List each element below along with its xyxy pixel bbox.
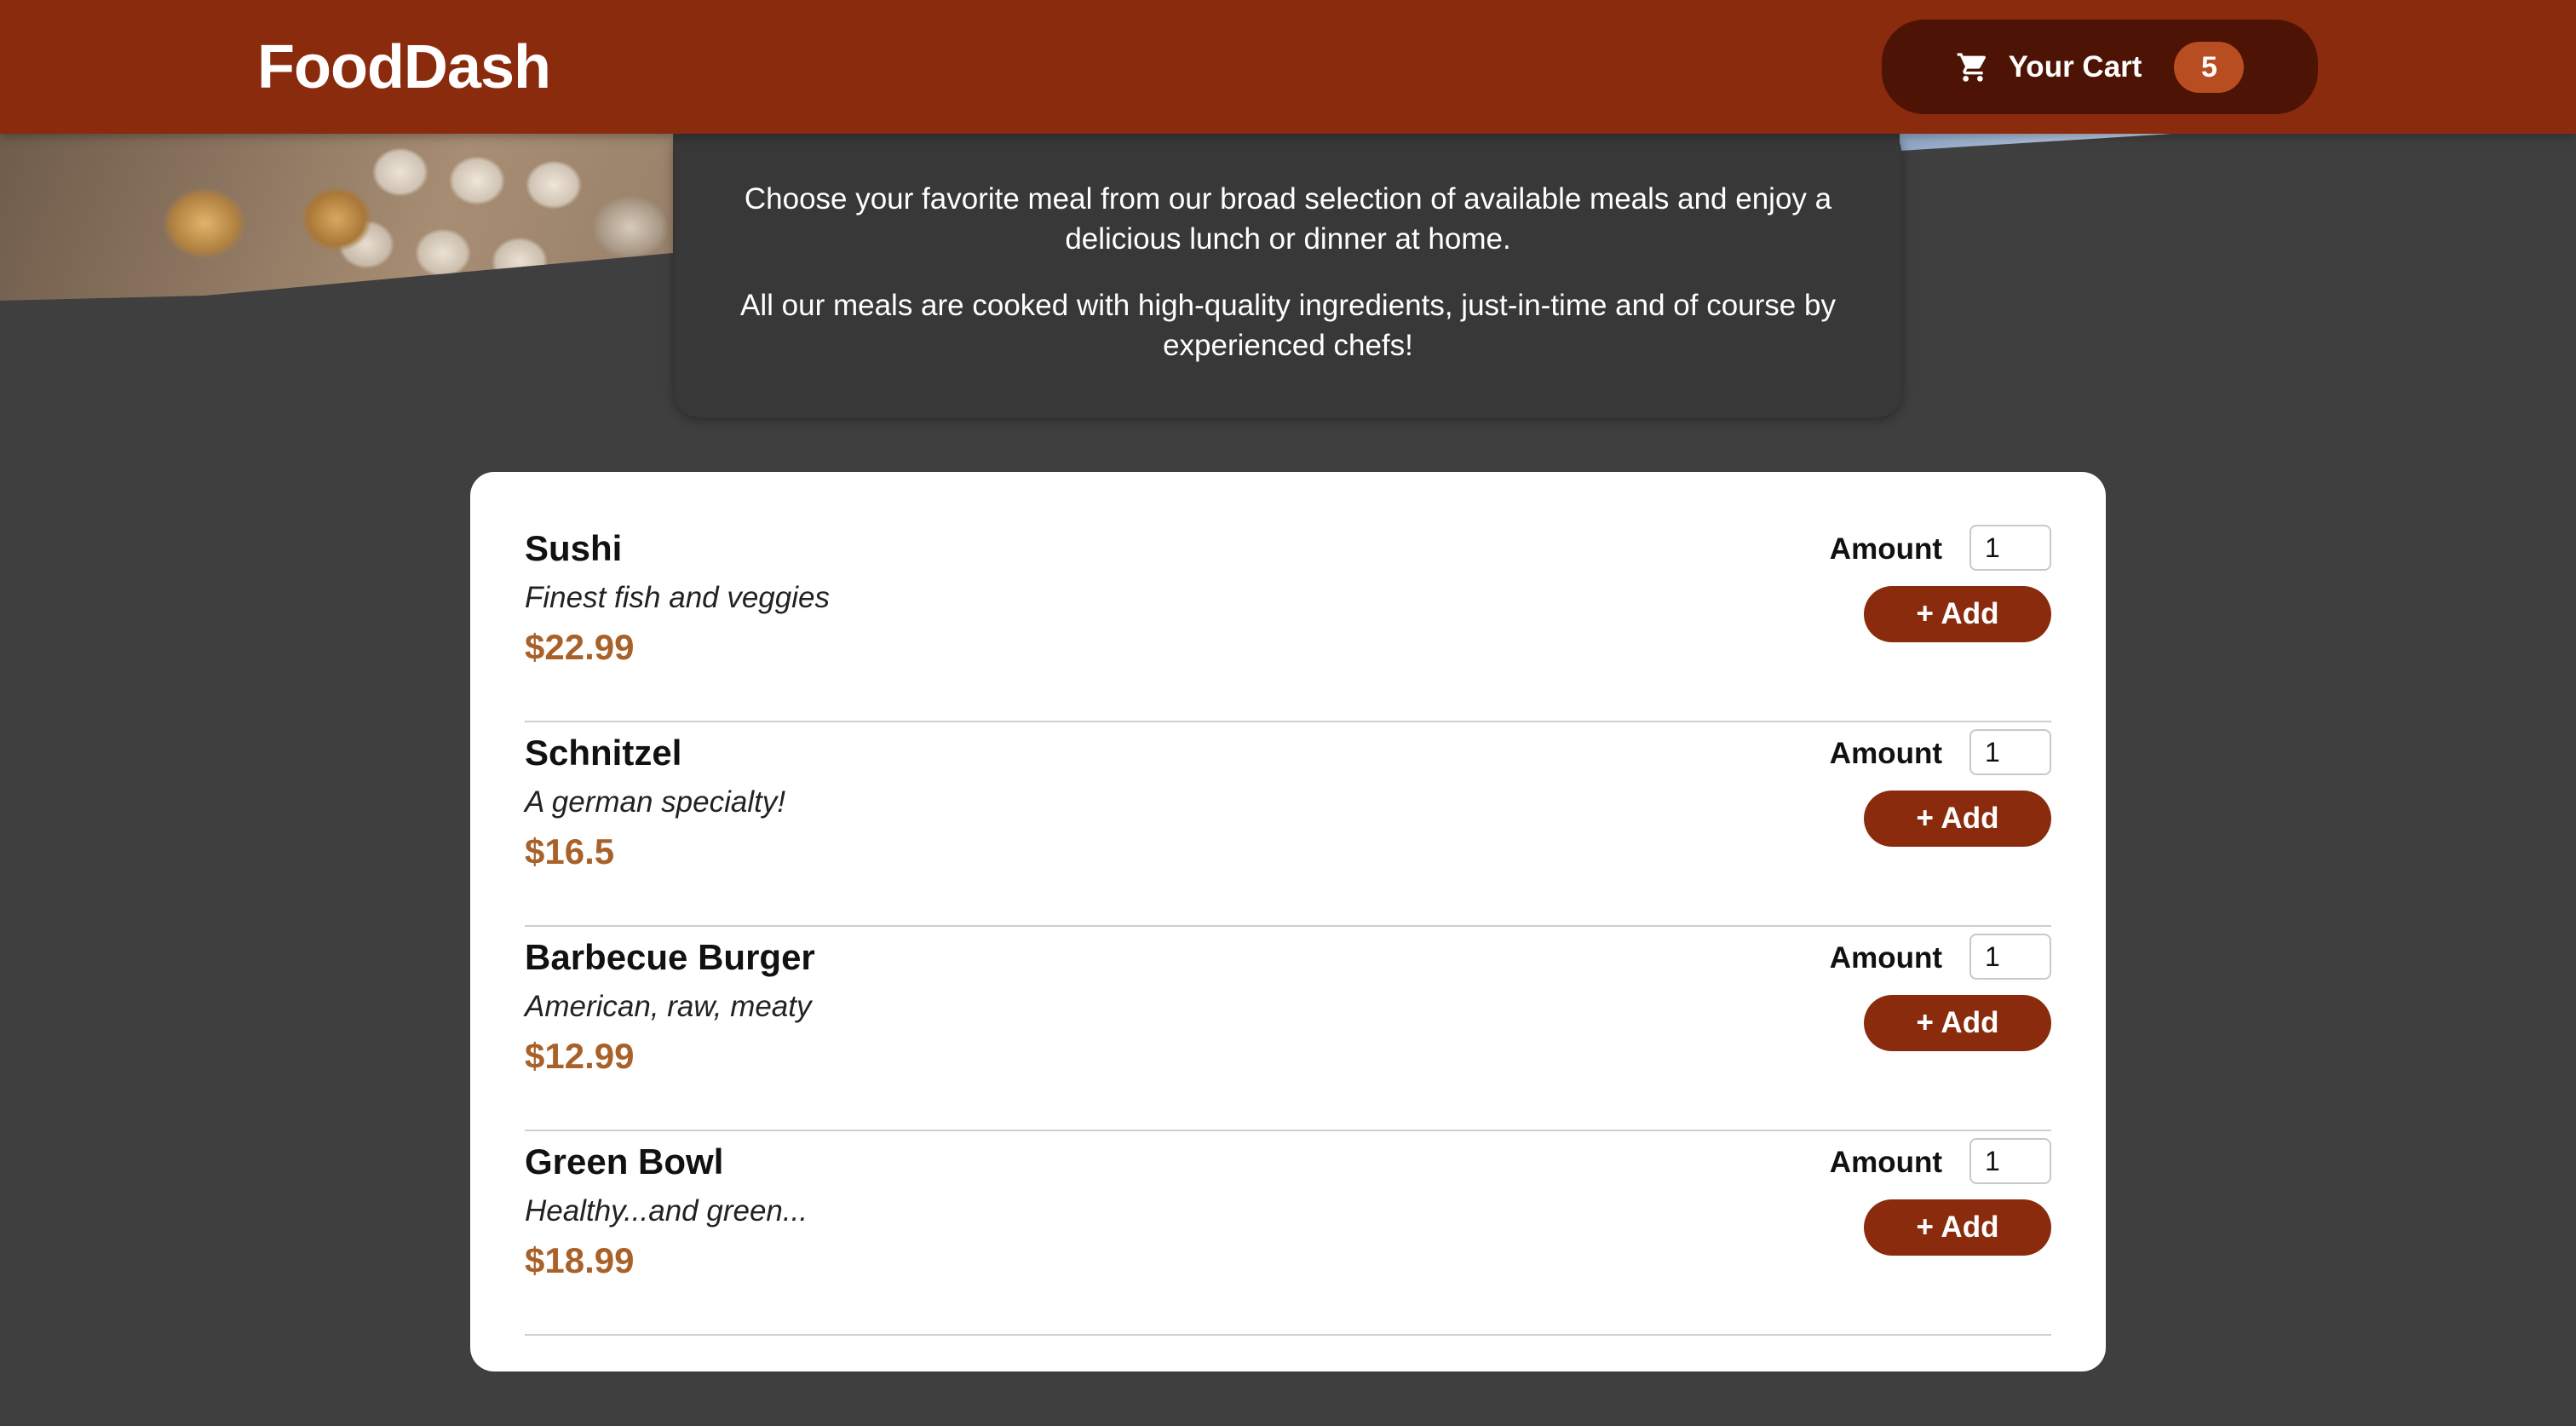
amount-input[interactable] [1969,729,2051,775]
cart-button[interactable]: Your Cart 5 [1882,20,2318,114]
amount-label: Amount [1829,532,1942,566]
app-logo: FoodDash [257,33,551,101]
meal-description: Finest fish and veggies [525,581,830,614]
meal-info: Sushi Finest fish and veggies $22.99 [525,525,830,673]
cart-label: Your Cart [2008,49,2142,83]
available-meals: Sushi Finest fish and veggies $22.99 Amo… [470,472,2106,1371]
meal-item-green-bowl: Green Bowl Healthy...and green... $18.99… [525,1131,2051,1336]
meal-price: $22.99 [525,627,635,667]
meal-item-barbecue-burger: Barbecue Burger American, raw, meaty $12… [525,927,2051,1131]
amount-label: Amount [1829,737,1942,770]
meal-form: Amount + Add [1830,934,2051,1053]
app-header: FoodDash Your Cart 5 [0,0,2576,134]
add-to-cart-button[interactable]: + Add [1864,995,2051,1051]
amount-input[interactable] [1969,1138,2051,1184]
meal-description: American, raw, meaty [525,990,812,1023]
amount-label: Amount [1829,941,1942,975]
add-to-cart-button[interactable]: + Add [1864,586,2051,642]
page: FoodDash Your Cart 5 Choose your favorit… [0,0,2576,1426]
meal-name: Sushi [525,528,623,568]
meal-item-sushi: Sushi Finest fish and veggies $22.99 Amo… [525,518,2051,722]
meal-description: A german specialty! [525,785,786,819]
add-to-cart-button[interactable]: + Add [1864,791,2051,847]
meal-info: Green Bowl Healthy...and green... $18.99 [525,1138,808,1286]
meal-form: Amount + Add [1830,525,2051,644]
meal-name: Green Bowl [525,1141,724,1182]
meals-summary: Choose your favorite meal from our broad… [675,128,1901,417]
amount-input[interactable] [1969,525,2051,571]
meal-info: Barbecue Burger American, raw, meaty $12… [525,934,815,1082]
meal-price: $16.5 [525,831,615,871]
cart-count-badge: 5 [2174,41,2245,93]
add-to-cart-button[interactable]: + Add [1864,1199,2051,1256]
meal-name: Schnitzel [525,733,682,773]
cart-icon [1957,52,1986,82]
amount-label: Amount [1829,1146,1942,1179]
meal-item-schnitzel: Schnitzel A german specialty! $16.5 Amou… [525,722,2051,927]
meal-info: Schnitzel A german specialty! $16.5 [525,729,785,877]
amount-input[interactable] [1969,934,2051,980]
meal-form: Amount + Add [1830,729,2051,848]
meal-price: $18.99 [525,1240,635,1280]
meal-description: Healthy...and green... [525,1194,808,1228]
meal-price: $12.99 [525,1036,635,1076]
hero-image-edge [1900,134,2172,151]
summary-intro: Choose your favorite meal from our broad… [744,182,1832,256]
meal-form: Amount + Add [1830,1138,2051,1257]
meal-name: Barbecue Burger [525,937,815,977]
summary-quality: All our meals are cooked with high-quali… [740,289,1836,362]
